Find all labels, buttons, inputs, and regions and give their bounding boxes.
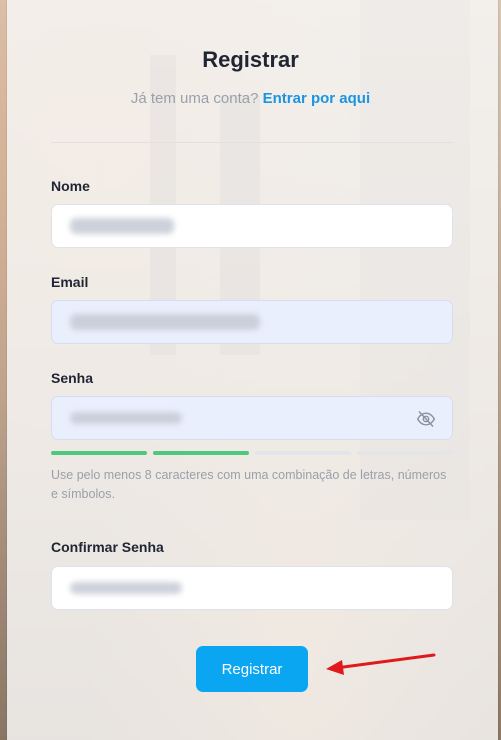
password-label: Senha <box>51 370 94 386</box>
name-value-redacted <box>70 218 174 234</box>
strength-segment-3 <box>255 451 351 455</box>
divider <box>51 142 453 143</box>
login-prompt: Já tem uma conta? Entrar por aqui <box>0 90 501 107</box>
email-value-redacted <box>70 314 260 330</box>
strength-segment-4 <box>357 451 453 455</box>
password-strength-meter <box>51 451 453 456</box>
strength-segment-1 <box>51 451 147 455</box>
password-input[interactable] <box>51 396 453 440</box>
strength-segment-2 <box>153 451 249 455</box>
eye-off-icon[interactable] <box>416 409 436 429</box>
page-title: Registrar <box>202 47 299 72</box>
register-button[interactable]: Registrar <box>196 646 308 692</box>
confirm-password-label: Confirmar Senha <box>51 539 164 555</box>
name-input[interactable] <box>51 204 453 248</box>
password-value-redacted <box>70 412 182 424</box>
email-label: Email <box>51 274 89 290</box>
login-link[interactable]: Entrar por aqui <box>263 90 371 107</box>
email-input[interactable] <box>51 300 453 344</box>
name-label: Nome <box>51 178 90 194</box>
password-hint: Use pelo menos 8 caracteres com uma comb… <box>51 468 447 501</box>
login-prompt-text: Já tem uma conta? <box>130 90 259 107</box>
annotation-arrow <box>326 653 436 675</box>
confirm-password-value-redacted <box>70 582 182 594</box>
confirm-password-input[interactable] <box>51 566 453 610</box>
